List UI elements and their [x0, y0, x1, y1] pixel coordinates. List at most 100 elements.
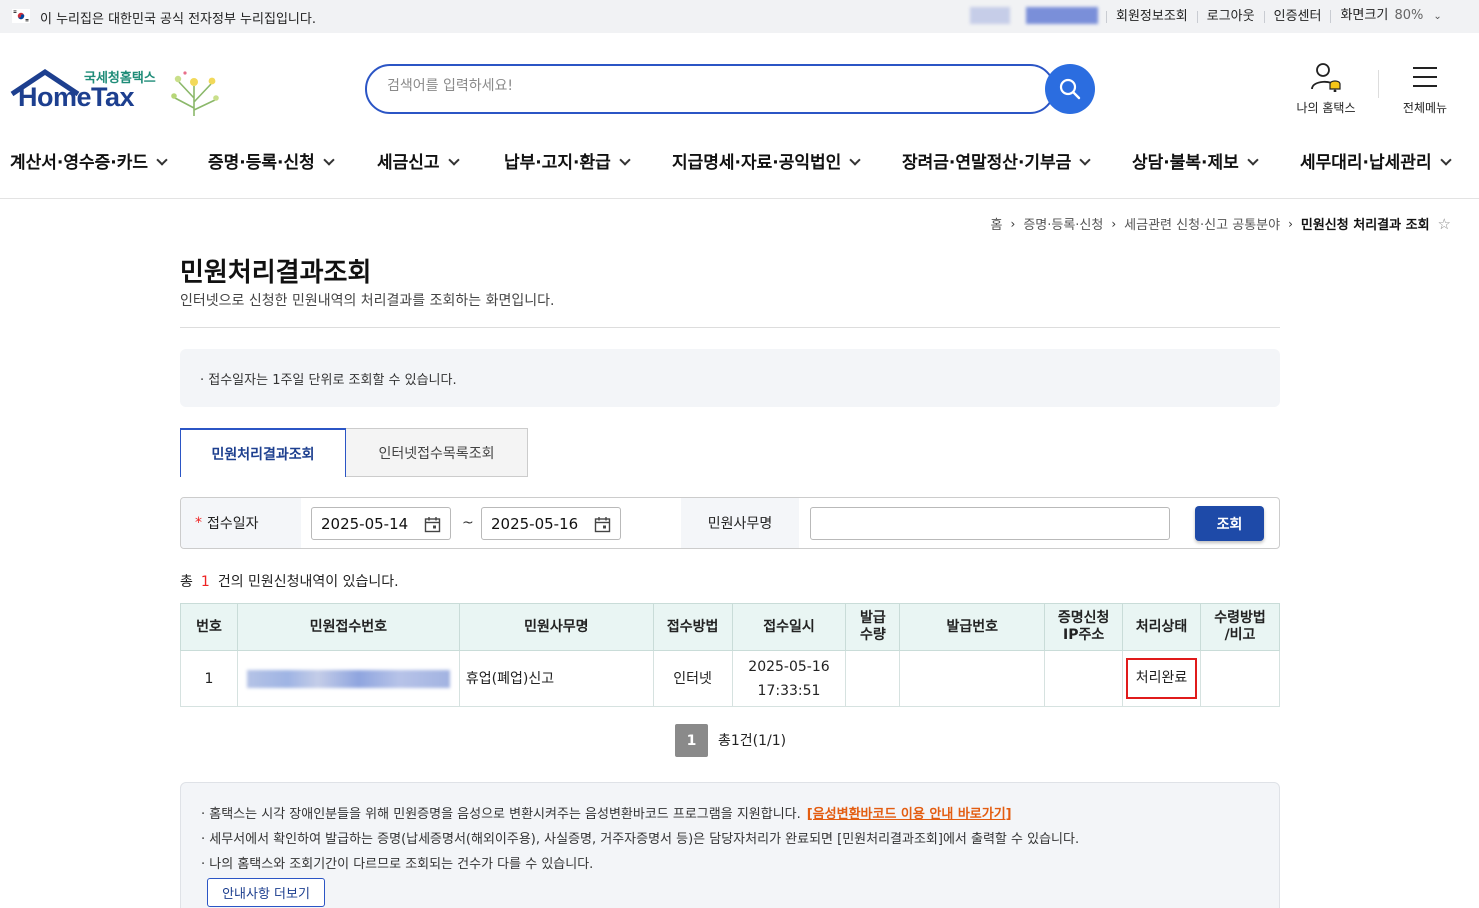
barcode-guide-link[interactable]: [음성변환바코드 이용 안내 바로가기]	[807, 807, 1012, 822]
notice-item: · 홈택스는 시각 장애인분들을 위해 민원증명을 음성으로 변환시켜주는 음성…	[201, 807, 1012, 822]
page-description: 인터넷으로 신청한 민원내역의 처리결과를 조회하는 화면입니다.	[180, 293, 555, 309]
service-name-input[interactable]	[810, 507, 1170, 540]
all-menu-label: 전체메뉴	[1402, 101, 1448, 115]
search-form: * 접수일자 2025-05-14 ~ 2025-05-16 민원사무명 조회	[180, 497, 1280, 549]
date-range-separator: ~	[462, 515, 474, 531]
korea-flag-icon	[12, 9, 30, 23]
gnb-label: 지급명세·자료·공익법인	[672, 153, 842, 173]
gnb-label: 납부·고지·환급	[504, 153, 611, 173]
gnb-item-statement[interactable]: 지급명세·자료·공익법인	[672, 148, 861, 173]
notice-box: · 홈택스는 시각 장애인분들을 위해 민원증명을 음성으로 변환시켜주는 음성…	[180, 782, 1280, 908]
notice-text: 홈택스는 시각 장애인분들을 위해 민원증명을 음성으로 변환시켜주는 음성변환…	[209, 807, 801, 822]
result-summary: 총 1 건의 민원신청내역이 있습니다.	[180, 571, 399, 591]
date-from-value: 2025-05-14	[321, 514, 409, 533]
info-box: · 접수일자는 1주일 단위로 조회할 수 있습니다.	[180, 349, 1280, 407]
process-status: 처리완료	[1125, 658, 1198, 699]
receipt-method: 인터넷	[652, 650, 733, 707]
tab-internet-list[interactable]: 인터넷접수목록조회	[346, 428, 528, 477]
gnb-item-tax-report[interactable]: 세금신고	[377, 148, 460, 173]
breadcrumb-home[interactable]: 홈	[991, 214, 1003, 233]
logo-title: HomeTax	[18, 82, 135, 112]
search-button[interactable]	[1045, 64, 1095, 114]
zoom-value: 80%	[1394, 8, 1424, 23]
info-text: · 접수일자는 1주일 단위로 조회할 수 있습니다.	[200, 373, 457, 388]
breadcrumb-item[interactable]: 증명·등록·신청	[1023, 214, 1103, 233]
ip-address	[1044, 650, 1124, 707]
search-bar	[365, 64, 1055, 114]
breadcrumb-current: 민원신청 처리결과 조회	[1300, 218, 1430, 233]
col-header: 수령방법 /비고	[1200, 603, 1280, 651]
calendar-icon[interactable]	[424, 516, 441, 533]
receipt-datetime: 2025-05-16 17:33:51	[731, 650, 847, 707]
result-table: 번호 민원접수번호 민원사무명 접수방법 접수일시 발급 수량 발급번호 증명신…	[180, 603, 1280, 707]
member-info-link[interactable]: 회원정보조회	[1106, 10, 1197, 23]
calendar-icon[interactable]	[594, 516, 611, 533]
gnb-label: 계산서·영수증·카드	[10, 153, 149, 173]
zoom-control[interactable]: 화면크기 80% ⌄	[1330, 8, 1450, 23]
notice-item: · 나의 홈택스와 조회기간이 다르므로 조회되는 건수가 다를 수 있습니다.	[201, 857, 594, 872]
more-info-button[interactable]: 안내사항 더보기	[207, 878, 325, 907]
receipt-number[interactable]	[236, 650, 460, 707]
table-row: 1 휴업(폐업)신고 인터넷 2025-05-16 17:33:51 처리완료	[180, 650, 1280, 707]
breadcrumb-item[interactable]: 세금관련 신청·신고 공통분야	[1124, 214, 1280, 233]
cert-center-link[interactable]: 인증센터	[1263, 10, 1331, 23]
date-from-input[interactable]: 2025-05-14	[311, 507, 451, 540]
process-status-cell: 처리완료	[1122, 650, 1202, 707]
notice-item: · 세무서에서 확인하여 발급하는 증명(납세증명서(해외이주용), 사실증명,…	[201, 832, 1080, 847]
receipt-date: 2025-05-16	[748, 658, 830, 675]
hometax-logo[interactable]: 국세청홈택스 HomeTax	[10, 62, 225, 118]
gnb-divider	[0, 198, 1479, 199]
issue-number	[899, 650, 1046, 707]
col-header: 접수일시	[731, 603, 847, 651]
search-input[interactable]	[387, 78, 1007, 94]
col-header: 처리상태	[1122, 603, 1202, 651]
row-number: 1	[180, 650, 238, 707]
search-submit-button[interactable]: 조회	[1195, 506, 1264, 541]
chevron-down-icon	[849, 154, 861, 166]
col-header: 발급번호	[899, 603, 1046, 651]
tab-result[interactable]: 민원처리결과조회	[180, 428, 346, 477]
all-menu-button[interactable]: 전체메뉴	[1385, 62, 1465, 116]
summary-suffix: 건의 민원신청내역이 있습니다.	[217, 574, 399, 590]
date-to-input[interactable]: 2025-05-16	[481, 507, 621, 540]
breadcrumb: 홈 › 증명·등록·신청 › 세금관련 신청·신고 공통분야 › 민원신청 처리결과 …	[991, 214, 1451, 234]
chevron-down-icon	[447, 154, 460, 166]
gnb-label: 세무대리·납세관리	[1300, 153, 1432, 173]
gnb-item-invoice[interactable]: 계산서·영수증·카드	[10, 148, 168, 173]
chevron-right-icon: ›	[1111, 216, 1117, 231]
gnb-item-agent[interactable]: 세무대리·납세관리	[1300, 148, 1452, 173]
user-name-redacted	[970, 7, 1010, 24]
user-id-redacted	[1026, 7, 1098, 24]
star-icon[interactable]: ☆	[1438, 215, 1451, 233]
my-hometax-button[interactable]: 나의 홈택스	[1286, 62, 1366, 116]
header-divider	[1378, 70, 1379, 98]
date-label: * 접수일자	[181, 498, 301, 548]
chevron-down-icon	[1079, 154, 1091, 166]
gnb-item-certificate[interactable]: 증명·등록·신청	[208, 148, 335, 173]
gnb-item-consult[interactable]: 상담·불복·제보	[1132, 148, 1259, 173]
user-bell-icon	[1311, 63, 1341, 93]
chevron-down-icon: ⌄	[1433, 11, 1442, 22]
chevron-down-icon	[1439, 154, 1452, 166]
summary-prefix: 총	[180, 574, 193, 590]
gnb-item-payment[interactable]: 납부·고지·환급	[504, 148, 631, 173]
page-title: 민원처리결과조회	[180, 258, 372, 288]
logout-link[interactable]: 로그아웃	[1196, 10, 1264, 23]
gnb-item-incentive[interactable]: 장려금·연말정산·기부금	[902, 148, 1091, 173]
chevron-down-icon	[619, 154, 631, 166]
gnb-label: 세금신고	[377, 153, 440, 173]
col-header: 발급 수량	[845, 603, 901, 651]
col-header: 번호	[180, 603, 238, 651]
pagination-total: 총1건(1/1)	[718, 733, 787, 749]
col-header: 민원접수번호	[236, 603, 460, 651]
chevron-down-icon	[156, 154, 168, 166]
flower-decoration-icon	[171, 71, 219, 116]
page-button-current[interactable]: 1	[675, 724, 708, 757]
date-label-text: 접수일자	[207, 516, 259, 532]
receipt-number-redacted	[246, 669, 450, 688]
service-name-label: 민원사무명	[681, 498, 799, 548]
chevron-down-icon	[1247, 154, 1259, 166]
chevron-right-icon: ›	[1010, 216, 1016, 231]
table-header-row: 번호 민원접수번호 민원사무명 접수방법 접수일시 발급 수량 발급번호 증명신…	[180, 603, 1280, 651]
date-to-value: 2025-05-16	[491, 514, 579, 533]
